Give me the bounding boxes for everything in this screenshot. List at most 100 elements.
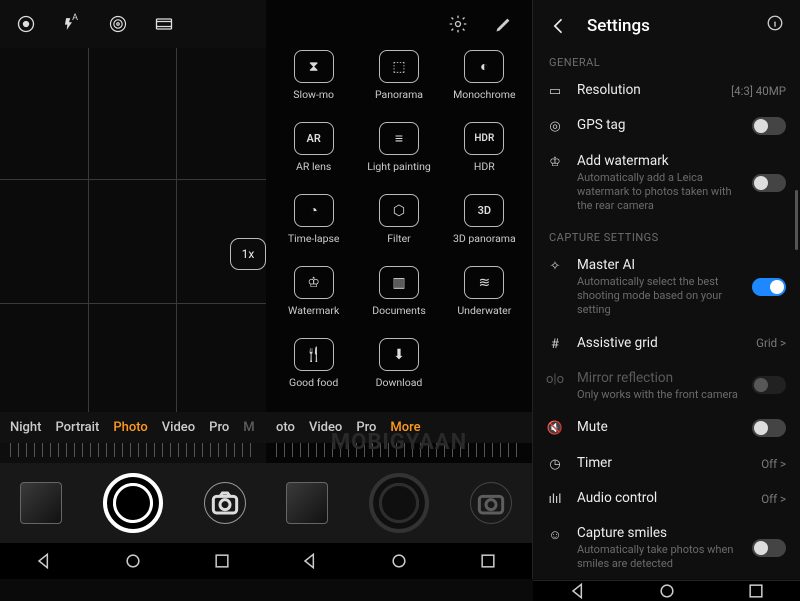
row-capture-smiles[interactable]: ☺ Capture smiles Automatically take phot…: [533, 516, 800, 580]
row-title: Timer: [577, 455, 749, 471]
row-add-watermark[interactable]: ♔ Add watermark Automatically add a Leic…: [533, 144, 800, 221]
nav-recents-icon[interactable]: [212, 551, 232, 571]
settings-title: Settings: [587, 16, 650, 36]
nav-back-icon[interactable]: [34, 551, 54, 571]
toggle-gps[interactable]: [752, 117, 786, 135]
mute-icon: 🔇: [545, 419, 565, 436]
nav-recents-icon[interactable]: [478, 551, 498, 571]
row-timer[interactable]: ◷ Timer Off >: [533, 446, 800, 481]
settings-gear-icon[interactable]: [448, 14, 468, 34]
row-resolution[interactable]: ▭ Resolution [4:3] 40MP: [533, 73, 800, 108]
color-mode-icon[interactable]: [108, 14, 128, 34]
viewfinder-top-toolbar: A: [0, 0, 266, 48]
mode-label: Watermark: [288, 304, 339, 317]
mode-download[interactable]: ⬇ Download: [359, 338, 438, 406]
zoom-level-button[interactable]: 1x: [230, 238, 266, 270]
nav-home-icon[interactable]: [657, 581, 677, 601]
row-title: Assistive grid: [577, 335, 744, 351]
mode-documents[interactable]: ▥Documents: [359, 266, 438, 334]
mode-ar-lens[interactable]: AR AR lens: [274, 122, 353, 190]
nav-back-icon[interactable]: [300, 551, 320, 571]
row-gps-tag[interactable]: ◎ GPS tag: [533, 108, 800, 144]
resolution-icon: ▭: [545, 82, 565, 99]
3d-icon: 3D: [464, 194, 504, 227]
mode-underwater[interactable]: ≋Underwater: [445, 266, 524, 334]
watermark-icon: ♔: [294, 266, 334, 299]
metering-icon[interactable]: [16, 14, 36, 34]
gallery-thumbnail[interactable]: [20, 482, 62, 524]
download-icon: ⬇: [379, 338, 419, 371]
mode-photo[interactable]: Photo: [113, 420, 147, 435]
mode-label: Monochrome: [453, 88, 515, 101]
gallery-thumbnail[interactable]: [286, 482, 328, 524]
toggle-smiles[interactable]: [752, 539, 786, 557]
row-assistive-grid[interactable]: # Assistive grid Grid >: [533, 326, 800, 361]
more-top-toolbar: [266, 0, 532, 40]
mode-night[interactable]: Night: [10, 420, 41, 435]
row-title: GPS tag: [577, 117, 740, 133]
row-title: Mirror reflection: [577, 370, 740, 386]
timelapse-icon: ◔: [294, 194, 334, 227]
mode-label: Download: [376, 376, 423, 389]
mode-filter[interactable]: ⬡Filter: [359, 194, 438, 262]
mode-hdr[interactable]: HDRHDR: [445, 122, 524, 190]
edit-pencil-icon[interactable]: [494, 14, 514, 34]
mode-light-painting[interactable]: ≡Light painting: [359, 122, 438, 190]
nav-recents-icon[interactable]: [746, 581, 766, 601]
mode-frag[interactable]: oto: [276, 420, 295, 435]
nav-home-icon[interactable]: [389, 551, 409, 571]
mode-watermark[interactable]: ♔ Watermark: [274, 266, 353, 334]
mode-time-lapse[interactable]: ◔ Time-lapse: [274, 194, 353, 262]
modes-grid: ⧗Slow-mo ⬚Panorama ◐ Monochrome AR AR lens…: [266, 40, 532, 412]
mode-pro[interactable]: Pro: [209, 420, 229, 435]
settings-panel: Settings GENERAL ▭ Resolution [4:3] 40MP…: [532, 0, 800, 579]
mode-video[interactable]: Video: [309, 420, 342, 435]
mode-label: Documents: [372, 304, 426, 317]
row-title: Resolution: [577, 82, 719, 98]
mode-3d-panorama[interactable]: 3D3D panorama: [445, 194, 524, 262]
mode-panorama[interactable]: ⬚Panorama: [359, 50, 438, 118]
section-capture: CAPTURE SETTINGS: [533, 221, 800, 248]
mode-video[interactable]: Video: [162, 420, 195, 435]
viewfinder[interactable]: 1x: [0, 48, 266, 412]
mode-pro[interactable]: Pro: [356, 420, 376, 435]
back-arrow-icon[interactable]: [549, 16, 569, 36]
panorama-icon: ⬚: [379, 50, 419, 83]
mode-selector-mid[interactable]: oto Video Pro More: [266, 412, 532, 443]
row-mirror-reflection: o|o Mirror reflection Only works with th…: [533, 361, 800, 411]
mode-more[interactable]: More: [390, 420, 420, 435]
nav-back-icon[interactable]: [568, 581, 588, 601]
row-title: Add watermark: [577, 153, 740, 169]
switch-camera-button[interactable]: [470, 482, 512, 524]
row-mute[interactable]: 🔇 Mute: [533, 410, 800, 446]
shutter-button[interactable]: [103, 473, 163, 533]
row-master-ai[interactable]: ✧ Master AI Automatically select the bes…: [533, 248, 800, 325]
row-audio-control[interactable]: ılıl Audio control Off >: [533, 481, 800, 516]
grid-icon: #: [545, 335, 565, 352]
nav-home-icon[interactable]: [123, 551, 143, 571]
mode-slow-mo[interactable]: ⧗Slow-mo: [274, 50, 353, 118]
mode-selector-left[interactable]: Night Portrait Photo Video Pro M: [0, 412, 266, 443]
mono-icon: ◐: [464, 50, 504, 83]
mode-label: Time-lapse: [288, 232, 340, 245]
mode-portrait[interactable]: Portrait: [55, 420, 99, 435]
toggle-mute[interactable]: [752, 419, 786, 437]
film-icon[interactable]: [154, 14, 174, 34]
android-nav-bar: [533, 580, 800, 601]
row-title: Mute: [577, 419, 740, 435]
row-title: Master AI: [577, 257, 740, 273]
toggle-master-ai[interactable]: [752, 278, 786, 296]
timer-icon: ◷: [545, 455, 565, 472]
mode-label: AR lens: [296, 160, 331, 173]
mode-good-food[interactable]: 🍴Good food: [274, 338, 353, 406]
mode-label: Slow-mo: [293, 88, 334, 101]
row-value: Off >: [761, 457, 786, 471]
scrollbar-indicator[interactable]: [795, 190, 798, 250]
mode-monochrome[interactable]: ◐ Monochrome: [445, 50, 524, 118]
flash-icon[interactable]: A: [62, 14, 82, 34]
toggle-watermark[interactable]: [752, 174, 786, 192]
switch-camera-button[interactable]: [204, 482, 246, 524]
ar-icon: AR: [294, 122, 334, 155]
row-value: Grid >: [756, 336, 786, 350]
row-desc: Automatically select the best shooting m…: [577, 275, 740, 316]
